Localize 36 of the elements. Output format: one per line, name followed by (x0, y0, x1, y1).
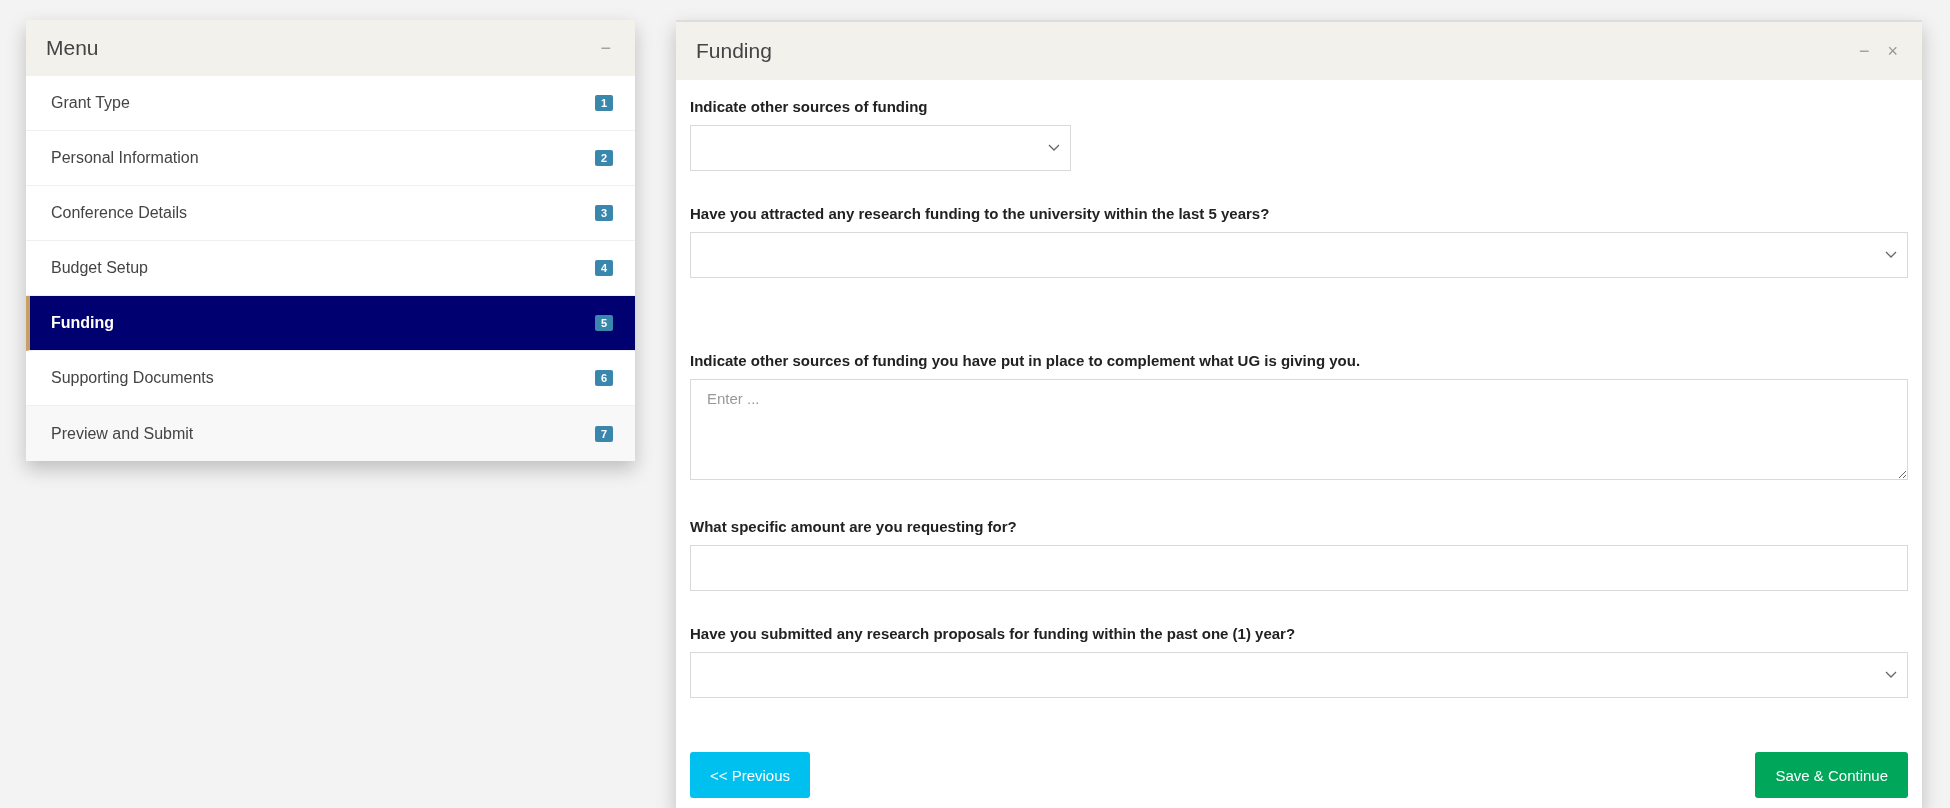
menu-item[interactable]: Preview and Submit 7 (26, 406, 635, 461)
field-label: Have you attracted any research funding to the university within the last 5 years? (690, 205, 1271, 222)
step-badge: 6 (594, 370, 613, 386)
menu-item-label: Personal Information (51, 149, 199, 167)
panel-title: Funding (696, 39, 772, 63)
panel-title: Menu (46, 36, 99, 60)
chevron-down-icon (1885, 671, 1897, 679)
chevron-down-icon (1885, 251, 1897, 259)
select-field[interactable] (690, 232, 1908, 278)
menu-item-label: Grant Type (51, 94, 130, 112)
select-field[interactable] (690, 125, 1071, 171)
field-label: Indicate other sources of funding (690, 98, 929, 115)
menu-item-label: Conference Details (51, 204, 188, 222)
menu-item[interactable]: Budget Setup 4 (26, 241, 635, 296)
step-badge: 1 (594, 95, 613, 111)
step-badge: 2 (594, 150, 613, 166)
select-field[interactable] (690, 652, 1908, 698)
menu-item[interactable]: Grant Type 1 (26, 76, 635, 131)
text-area[interactable]: Enter ... (690, 379, 1908, 480)
menu-item[interactable]: Funding 5 (26, 296, 635, 351)
menu-item-label: Supporting Documents (51, 369, 214, 387)
menu-item[interactable]: Personal Information 2 (26, 131, 635, 186)
menu-item-label: Preview and Submit (51, 424, 194, 443)
field-label: What specific amount are you requesting for? (690, 518, 1018, 535)
field-label: Indicate other sources of funding you have put in place to complement what UG is giving you. (690, 352, 1362, 369)
step-badge: 4 (594, 260, 613, 276)
step-badge: 5 (594, 315, 613, 331)
menu-item[interactable]: Conference Details 3 (26, 186, 635, 241)
menu-item-label: Funding (51, 314, 115, 332)
menu-item-label: Budget Setup (51, 259, 148, 277)
menu-item[interactable]: Supporting Documents 6 (26, 351, 635, 406)
amount-field[interactable] (690, 545, 1908, 591)
chevron-down-icon (1048, 144, 1060, 152)
step-badge: 7 (594, 425, 613, 442)
step-badge: 3 (594, 205, 613, 221)
field-label: Have you submitted any research proposals for funding within the past one (1) year? (690, 625, 1297, 642)
